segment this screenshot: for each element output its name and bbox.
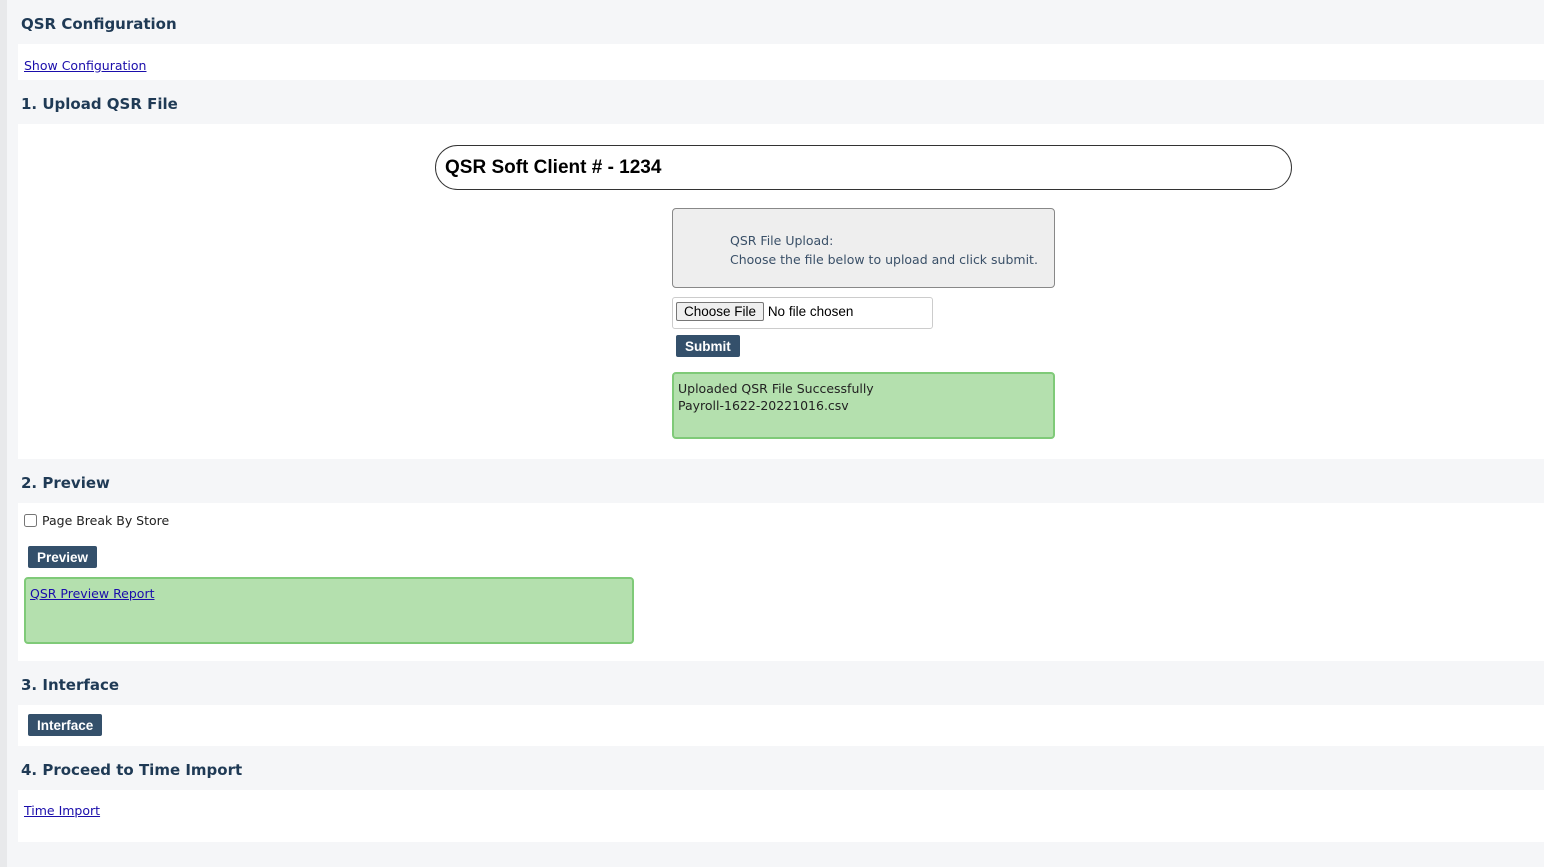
upload-section: QSR Soft Client # - 1234 QSR File Upload… xyxy=(18,124,1544,459)
time-import-link[interactable]: Time Import xyxy=(24,803,100,818)
info-line: QSR File Upload: xyxy=(730,233,834,248)
page-break-checkbox[interactable] xyxy=(24,514,37,527)
preview-result-box: QSR Preview Report xyxy=(24,577,634,644)
preview-header: 2. Preview xyxy=(18,459,1544,503)
config-header: QSR Configuration xyxy=(18,0,1544,44)
preview-report-link[interactable]: QSR Preview Report xyxy=(30,586,155,601)
client-label: QSR Soft Client # - 1234 xyxy=(435,145,1292,190)
show-configuration-link[interactable]: Show Configuration xyxy=(24,58,146,73)
interface-button[interactable]: Interface xyxy=(28,714,103,736)
success-message: Uploaded QSR File Successfully xyxy=(678,381,874,396)
upload-header: 1. Upload QSR File xyxy=(18,80,1544,124)
file-input[interactable]: Choose File No file chosen xyxy=(672,297,933,329)
upload-success-box: Uploaded QSR File Successfully Payroll-1… xyxy=(672,372,1055,439)
preview-button[interactable]: Preview xyxy=(28,546,98,568)
uploaded-filename: Payroll-1622-20221016.csv xyxy=(678,398,849,413)
info-line: Choose the file below to upload and clic… xyxy=(730,252,1038,267)
page-break-option[interactable]: Page Break By Store xyxy=(24,513,169,528)
upload-info-box: QSR File Upload: Choose the file below t… xyxy=(672,208,1055,288)
page-break-label: Page Break By Store xyxy=(42,513,170,528)
time-import-header: 4. Proceed to Time Import xyxy=(18,746,1544,790)
left-border xyxy=(0,0,7,867)
choose-file-button[interactable]: Choose File xyxy=(676,302,765,321)
interface-header: 3. Interface xyxy=(18,661,1544,705)
file-status: No file chosen xyxy=(767,304,854,319)
submit-button[interactable]: Submit xyxy=(676,335,740,357)
